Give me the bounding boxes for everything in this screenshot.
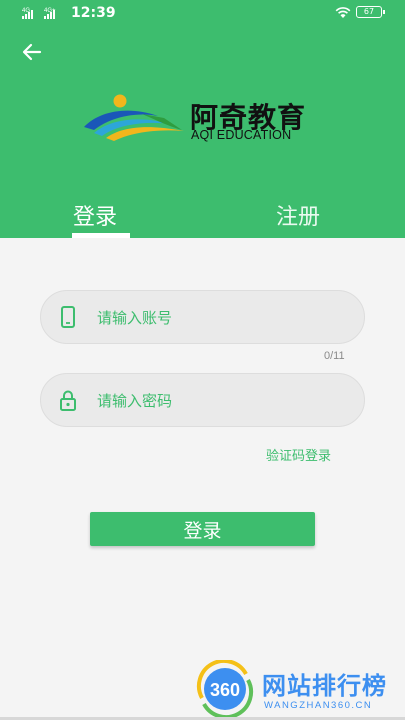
wifi-icon: [335, 7, 351, 18]
account-field[interactable]: [40, 290, 365, 344]
sms-login-link[interactable]: 验证码登录: [266, 445, 331, 464]
watermark-360-logo-icon: 360: [196, 660, 254, 718]
status-bar: 4G 4G+ 12:39 67: [0, 0, 405, 26]
status-time: 12:39: [71, 5, 116, 21]
back-arrow-icon[interactable]: [20, 40, 44, 64]
account-input[interactable]: [95, 303, 354, 333]
signal-icon: 4G 4G+: [22, 8, 56, 19]
tab-login[interactable]: 登录: [73, 199, 117, 231]
account-char-counter: 0/11: [324, 350, 345, 362]
login-button[interactable]: 登录: [90, 512, 315, 546]
lock-icon: [60, 390, 76, 411]
watermark-badge: 360: [210, 680, 240, 700]
tab-active-indicator: [72, 233, 130, 238]
header-banner: 4G 4G+ 12:39 67 阿奇教育 AQI EDUCATION 登录 注册: [0, 0, 405, 238]
brand-logo-icon: [84, 94, 184, 141]
password-field[interactable]: [40, 373, 365, 427]
watermark-title: 网站排行榜: [262, 672, 387, 700]
battery-icon: 67: [356, 6, 385, 18]
battery-level: 67: [363, 7, 375, 16]
tab-register[interactable]: 注册: [276, 199, 320, 231]
watermark-subtitle: WANGZHAN360.CN: [264, 700, 373, 711]
password-input[interactable]: [95, 386, 354, 416]
brand-name-en: AQI EDUCATION: [191, 128, 292, 142]
phone-icon: [61, 306, 75, 328]
